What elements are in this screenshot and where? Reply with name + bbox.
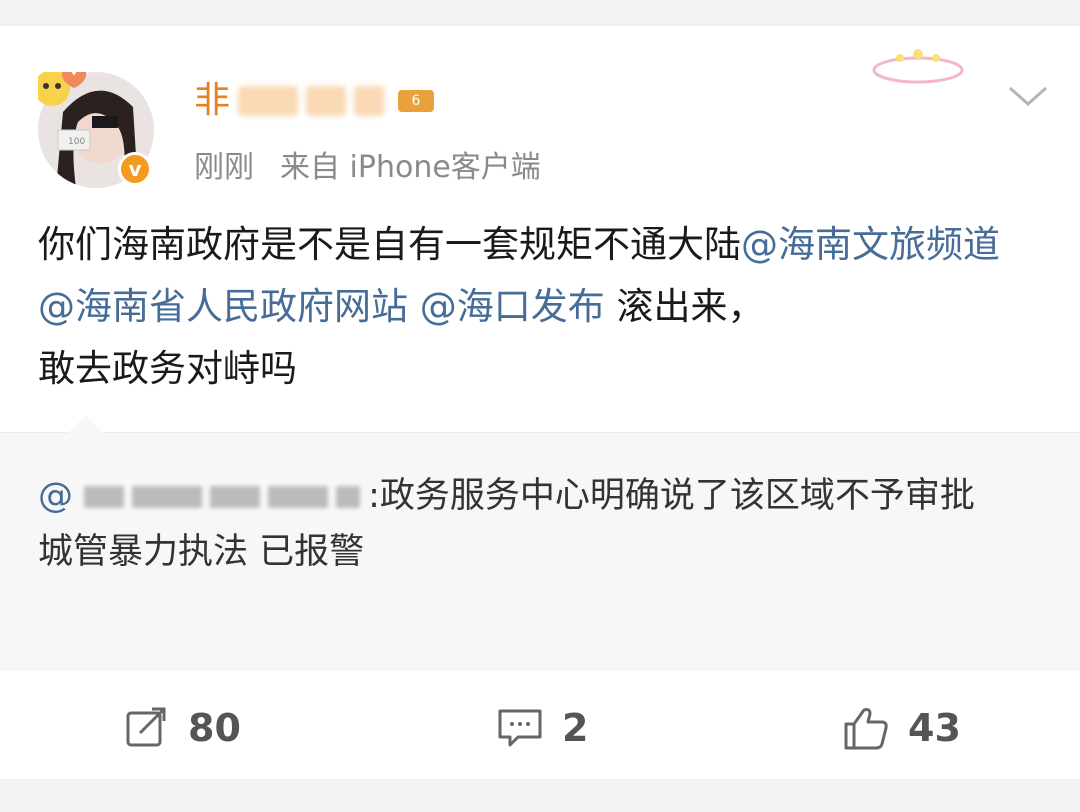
username[interactable]: 非 — [194, 80, 230, 122]
post-text: 你们海南政府是不是自有一套规矩不通大陆@海南文旅频道 @海南省人民政府网站 @海… — [38, 214, 1048, 400]
bottom-divider — [0, 780, 1080, 812]
retweet-line1: :政务服务中心明确说了该区域不予审批 — [368, 476, 975, 516]
repost-button[interactable]: 80 — [124, 690, 241, 766]
retweet-line2: 城管暴力执法 已报警 — [38, 532, 365, 572]
mention-link[interactable]: @海口发布 — [420, 285, 605, 328]
card-decoration-icon — [872, 49, 964, 84]
mention-link[interactable]: @海南省人民政府网站 — [38, 285, 408, 328]
retweet-notch — [68, 415, 104, 433]
svg-text:100: 100 — [68, 137, 85, 147]
username-blurred — [354, 86, 385, 116]
mention-link[interactable]: @海南文旅频道 — [741, 223, 1000, 266]
comment-button[interactable]: 2 — [496, 690, 588, 766]
post-meta: 刚刚 来自 iPhone客户端 — [194, 142, 541, 186]
username-blurred — [238, 86, 299, 116]
repost-icon — [126, 707, 166, 747]
repost-count: 80 — [188, 706, 241, 750]
verified-v-icon: v — [118, 152, 152, 186]
post-text-part: 敢去政务对峙吗 — [38, 347, 297, 390]
post-text-part: 你们海南政府是不是自有一套规矩不通大陆 — [38, 223, 741, 266]
username-row[interactable]: 非 6 — [194, 80, 435, 122]
retweet-user-blurred — [268, 486, 329, 508]
comment-count: 2 — [562, 706, 589, 750]
like-icon — [844, 708, 888, 750]
like-count: 43 — [908, 706, 961, 750]
chevron-down-icon[interactable] — [1006, 82, 1050, 110]
comment-icon — [498, 709, 542, 747]
retweet-user[interactable]: @ — [38, 476, 73, 516]
post-text-part: 滚出来， — [616, 285, 765, 328]
username-blurred — [306, 86, 347, 116]
retweet-user-blurred — [210, 486, 261, 508]
avatar[interactable]: 100 v — [38, 72, 154, 188]
like-button[interactable]: 43 — [842, 690, 961, 766]
retweet-text[interactable]: @ :政务服务中心明确说了该区域不予审批 城管暴力执法 已报警 — [38, 468, 1048, 580]
member-badge: 6 — [398, 90, 435, 112]
post-time: 刚刚 — [194, 150, 254, 185]
post-source: 来自 iPhone客户端 — [280, 150, 541, 185]
retweet-user-blurred — [84, 486, 125, 508]
retweet-user-blurred — [336, 486, 361, 508]
action-bar: 80 2 43 — [0, 690, 1080, 766]
retweet-user-blurred — [132, 486, 203, 508]
